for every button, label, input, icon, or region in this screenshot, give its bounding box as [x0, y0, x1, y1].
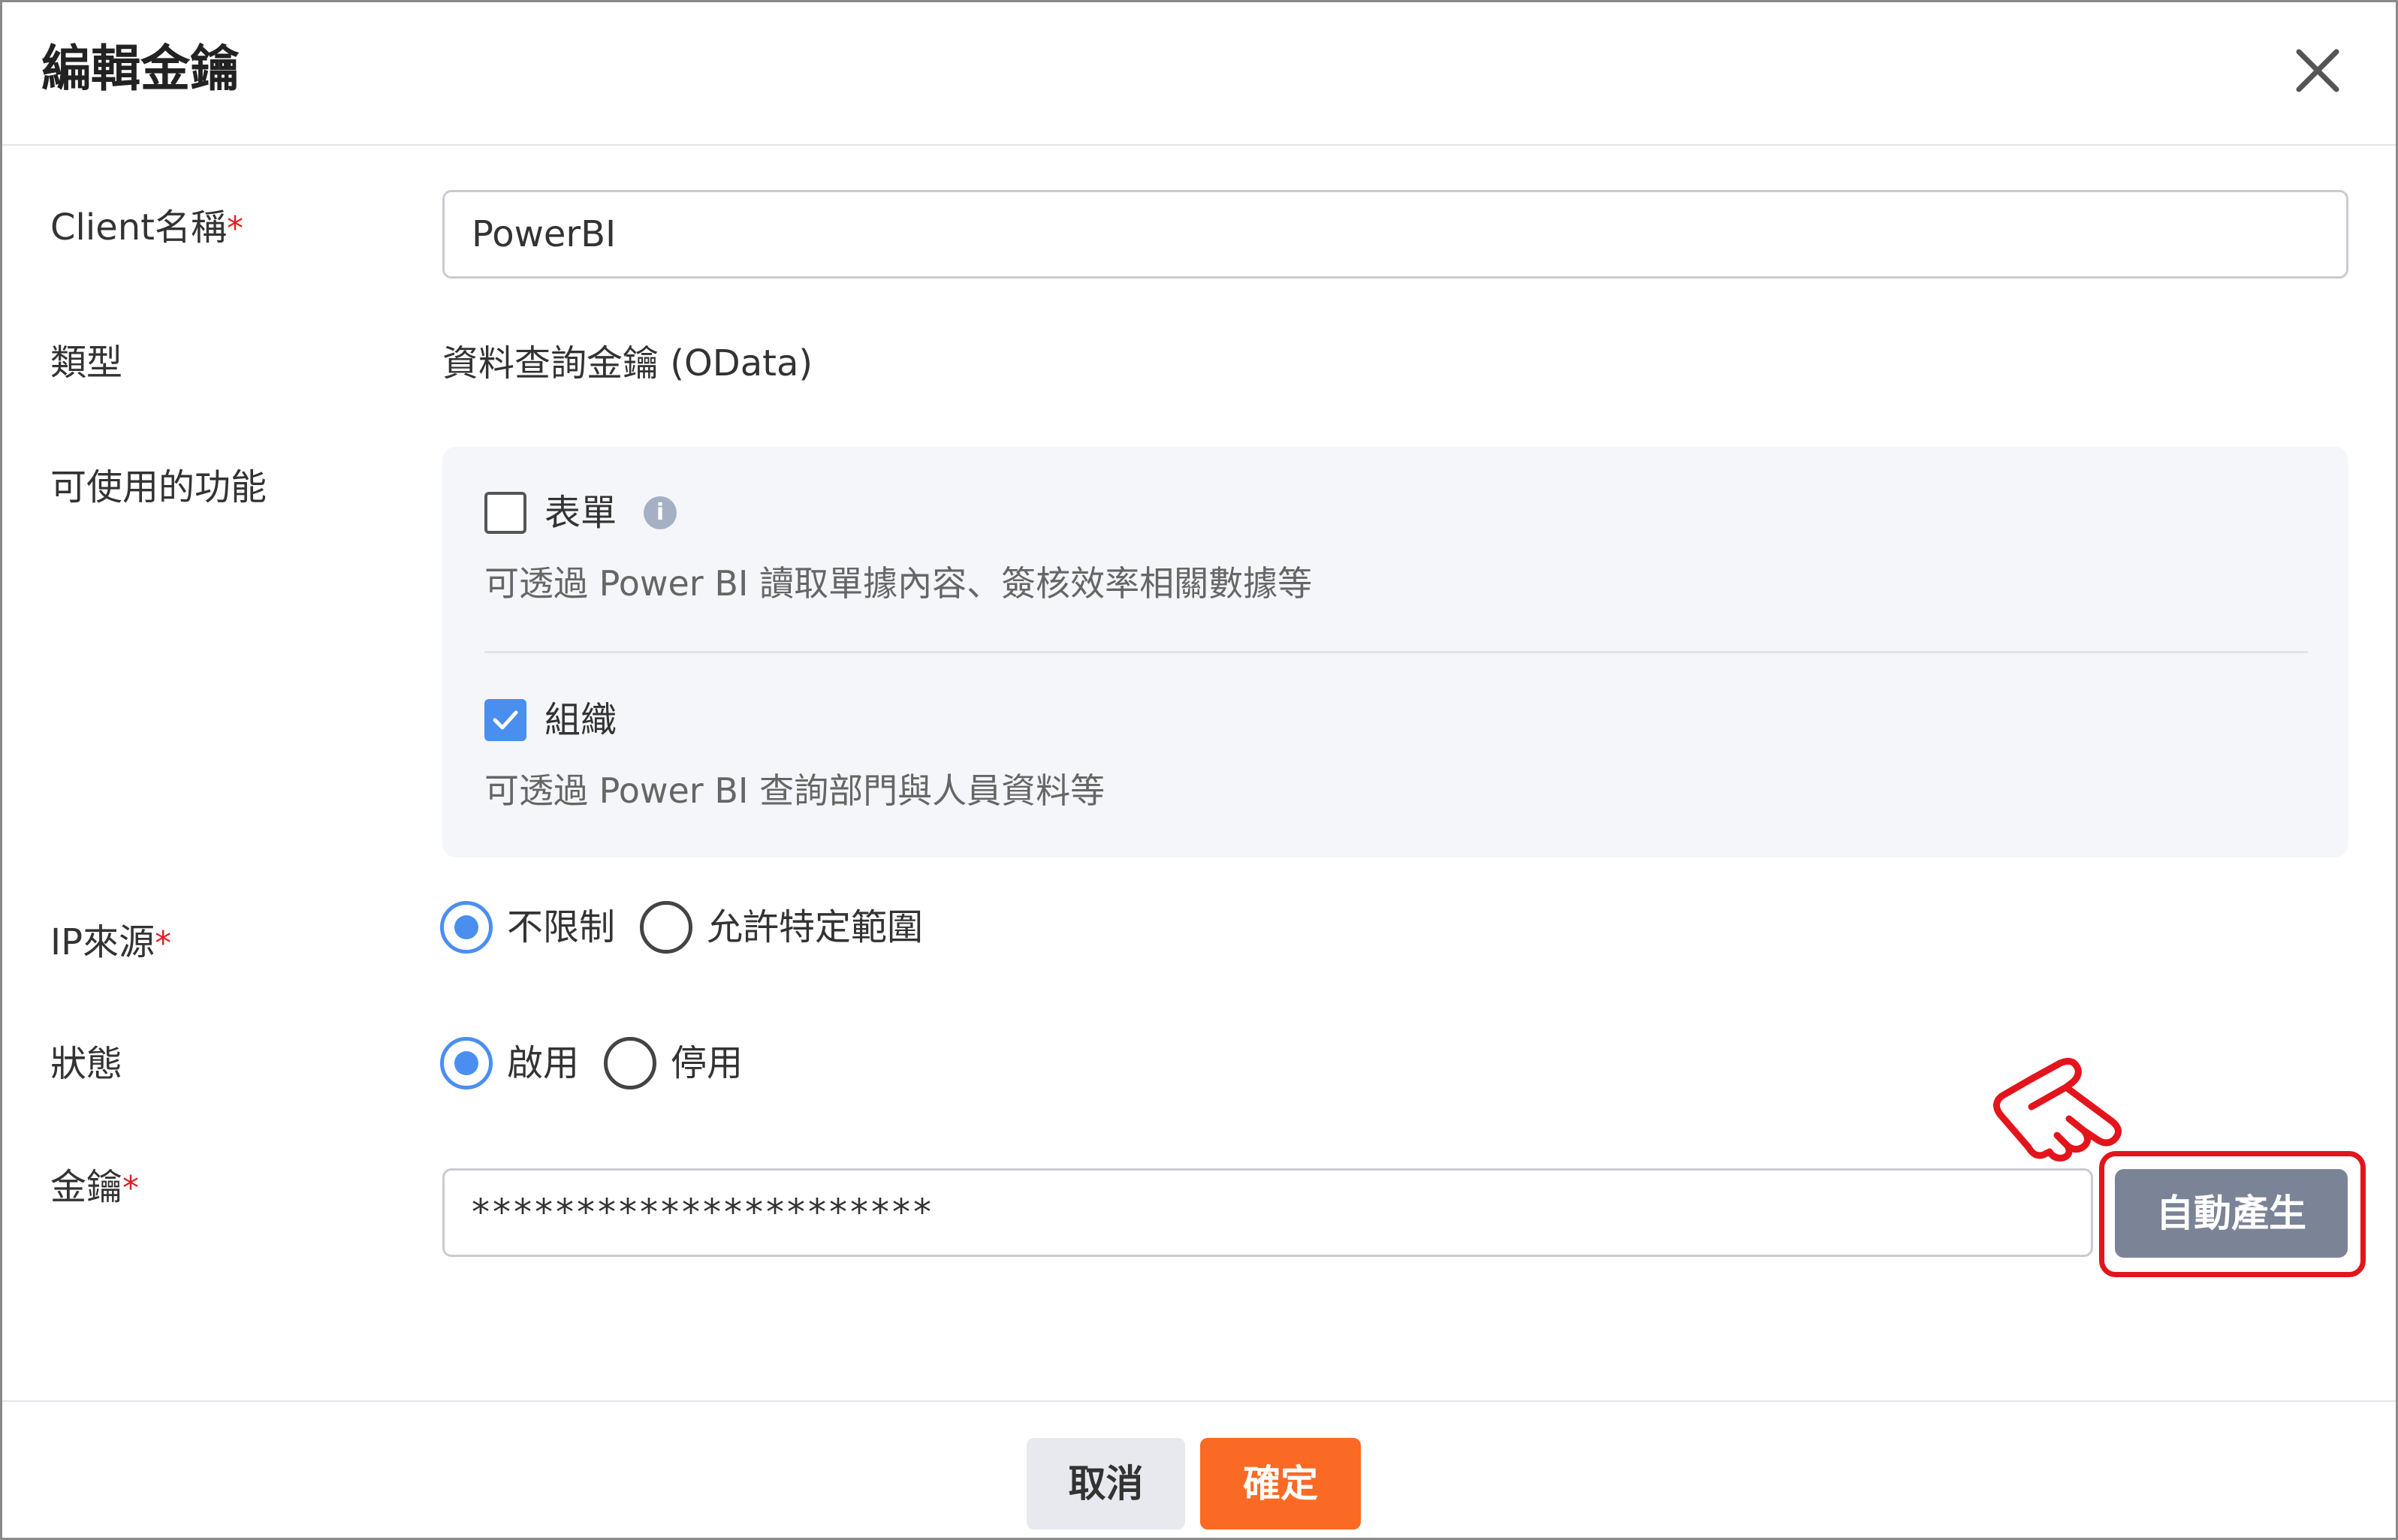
features-divider — [484, 651, 2308, 653]
status-enabled-radio[interactable] — [440, 1037, 493, 1089]
dialog-title: 編輯金鑰 — [41, 40, 240, 98]
status-label: 狀態 — [50, 1043, 123, 1085]
dialog-header: 編輯金鑰 — [2, 2, 2396, 146]
ip-specific-range-label[interactable]: 允許特定範圍 — [707, 905, 923, 950]
confirm-button[interactable]: 確定 — [1200, 1438, 1361, 1529]
form-feature-label: 表單 — [544, 492, 617, 534]
organization-feature-description: 可透過 Power BI 查詢部門與人員資料等 — [484, 770, 1105, 811]
status-enabled-label[interactable]: 啟用 — [507, 1041, 579, 1086]
ip-source-label: IP來源* — [50, 920, 171, 966]
key-input[interactable]: ********************** — [442, 1168, 2093, 1257]
edit-key-dialog: 編輯金鑰 Client名稱* PowerBI 類型 資料查詢金鑰 (OData)… — [0, 0, 2398, 1540]
organization-feature-label: 組織 — [544, 699, 617, 741]
ip-unrestricted-label[interactable]: 不限制 — [507, 905, 615, 950]
required-mark: * — [155, 924, 172, 963]
type-label: 類型 — [50, 342, 123, 384]
required-mark: * — [226, 209, 243, 248]
dialog-footer: 取消 確定 — [2, 1400, 2396, 1539]
client-name-label-text: Client名稱 — [50, 206, 227, 249]
key-label: 金鑰* — [50, 1165, 139, 1211]
form-feature-description: 可透過 Power BI 讀取單據內容、簽核效率相關數據等 — [484, 563, 1313, 604]
required-mark: * — [122, 1169, 140, 1207]
cancel-button[interactable]: 取消 — [1027, 1438, 1185, 1529]
checkmark-icon — [493, 710, 518, 730]
features-label: 可使用的功能 — [50, 466, 267, 508]
pointing-hand-icon — [1993, 1057, 2122, 1162]
status-disabled-radio[interactable] — [604, 1037, 656, 1089]
type-value: 資料查詢金鑰 (OData) — [442, 342, 813, 384]
status-disabled-label[interactable]: 停用 — [671, 1041, 743, 1086]
features-panel: 表單 i 可透過 Power BI 讀取單據內容、簽核效率相關數據等 組織 可透… — [442, 447, 2348, 857]
ip-specific-range-radio[interactable] — [640, 901, 692, 954]
ip-source-label-text: IP來源 — [50, 921, 155, 963]
client-name-input[interactable]: PowerBI — [442, 190, 2348, 279]
key-label-text: 金鑰 — [50, 1166, 123, 1208]
client-name-label: Client名稱* — [50, 205, 243, 252]
info-icon[interactable]: i — [644, 496, 677, 529]
ip-unrestricted-radio[interactable] — [440, 901, 493, 954]
auto-generate-button[interactable]: 自動產生 — [2115, 1169, 2348, 1258]
organization-feature-checkbox[interactable] — [484, 699, 526, 741]
close-icon[interactable] — [2285, 38, 2350, 103]
form-feature-checkbox[interactable] — [484, 492, 526, 534]
